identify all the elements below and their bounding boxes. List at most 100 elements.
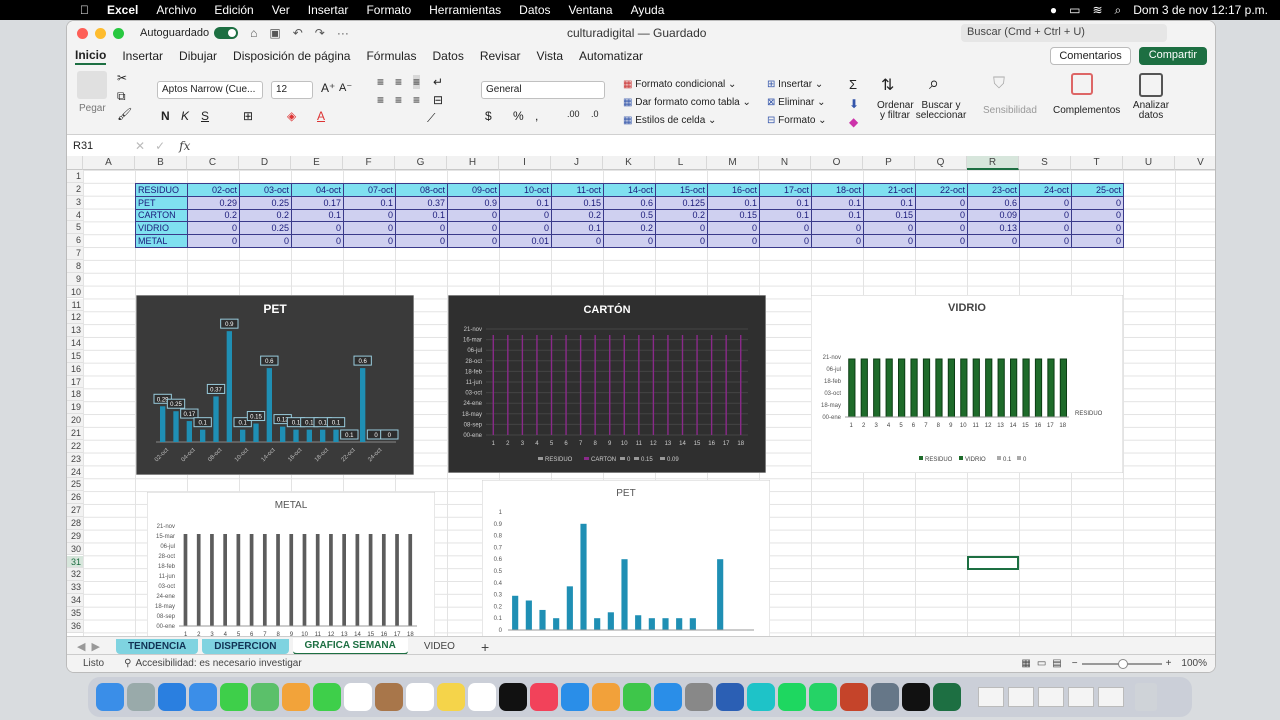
row-header-15[interactable]: 15 xyxy=(67,349,83,363)
table-cell[interactable]: 0 xyxy=(551,234,604,249)
align-bottom-icon[interactable]: ≡ xyxy=(413,75,421,89)
table-cell[interactable]: 0.09 xyxy=(967,208,1020,223)
table-format-button[interactable]: ▦ Dar formato como tabla ⌄ xyxy=(623,97,751,108)
table-cell[interactable]: 0 xyxy=(1071,234,1124,249)
row-header-23[interactable]: 23 xyxy=(67,452,83,466)
table-cell[interactable]: 0 xyxy=(1019,195,1072,210)
borders-icon[interactable]: ⊞ xyxy=(243,109,253,123)
mail-icon[interactable] xyxy=(189,683,217,711)
table-cell[interactable]: 0.25 xyxy=(239,221,292,236)
table-cell[interactable]: 0 xyxy=(343,234,396,249)
table-cell[interactable]: 0 xyxy=(291,221,344,236)
confirm-icon[interactable]: ✓ xyxy=(155,139,165,153)
recent-document-thumbnail[interactable] xyxy=(1068,687,1094,707)
menu-edicion[interactable]: Edición xyxy=(214,3,253,17)
table-cell[interactable]: 10-oct xyxy=(499,182,552,197)
table-cell[interactable]: 0 xyxy=(447,221,500,236)
table-cell[interactable]: 0 xyxy=(447,234,500,249)
zoom-slider-thumb[interactable] xyxy=(1117,658,1128,669)
table-cell[interactable]: 0.6 xyxy=(967,195,1020,210)
row-label-cell[interactable]: VIDRIO xyxy=(135,221,188,236)
chart-carton-dark[interactable]: CARTÓN 21-nov 16-mar 06-jul 28-oct 18-feb 11-j… xyxy=(448,295,766,473)
apple-icon[interactable]:  xyxy=(80,3,89,17)
messages-icon[interactable] xyxy=(220,683,248,711)
tab-vista[interactable]: Vista xyxy=(537,49,563,63)
table-cell[interactable]: 08-oct xyxy=(395,182,448,197)
orientation-icon[interactable]: ⟋ xyxy=(427,111,435,126)
underline-button[interactable]: S xyxy=(201,109,209,123)
align-left-icon[interactable]: ≡ xyxy=(377,93,384,107)
table-cell[interactable]: 03-oct xyxy=(239,182,292,197)
autosum-icon[interactable]: Σ xyxy=(849,77,857,92)
table-cell[interactable]: 0 xyxy=(1019,221,1072,236)
table-cell[interactable]: 0 xyxy=(239,234,292,249)
bold-button[interactable]: N xyxy=(161,109,170,123)
table-cell[interactable]: 0.2 xyxy=(603,221,656,236)
font-size-select[interactable]: 12 xyxy=(271,81,313,99)
row-header-7[interactable]: 7 xyxy=(67,247,83,260)
table-cell[interactable]: 0.17 xyxy=(291,195,344,210)
autosave-toggle[interactable] xyxy=(214,27,239,39)
table-cell[interactable]: 15-oct xyxy=(655,182,708,197)
table-cell[interactable]: 22-oct xyxy=(915,182,968,197)
table-cell[interactable]: 0.1 xyxy=(863,195,916,210)
table-cell[interactable]: 0.29 xyxy=(187,195,240,210)
column-header-g[interactable]: G xyxy=(395,156,447,170)
menu-formato[interactable]: Formato xyxy=(366,3,411,17)
row-header-28[interactable]: 28 xyxy=(67,516,83,530)
tab-tendencia[interactable]: TENDENCIA xyxy=(115,639,199,654)
safari-icon[interactable] xyxy=(158,683,186,711)
tab-datos[interactable]: Datos xyxy=(432,49,463,63)
row-header-17[interactable]: 17 xyxy=(67,375,83,389)
accessibility-status[interactable]: Accesibilidad: es necesario investigar xyxy=(135,658,301,669)
home-icon[interactable]: ⌂ xyxy=(250,26,257,40)
table-cell[interactable]: 11-oct xyxy=(551,182,604,197)
table-cell[interactable]: 0 xyxy=(811,221,864,236)
notes-icon[interactable] xyxy=(437,683,465,711)
table-cell[interactable]: 0.15 xyxy=(707,208,760,223)
table-cell[interactable]: 0 xyxy=(707,221,760,236)
column-header-u[interactable]: U xyxy=(1123,156,1175,170)
fill-icon[interactable]: ⬇ xyxy=(849,97,859,111)
table-cell[interactable]: 0.25 xyxy=(239,195,292,210)
table-cell[interactable]: 0.125 xyxy=(655,195,708,210)
music-icon[interactable] xyxy=(530,683,558,711)
menu-archivo[interactable]: Archivo xyxy=(156,3,196,17)
table-cell[interactable]: 0.1 xyxy=(343,195,396,210)
fill-color-icon[interactable]: ◈ xyxy=(287,109,296,123)
table-cell[interactable]: 09-oct xyxy=(447,182,500,197)
row-header-5[interactable]: 5 xyxy=(67,221,83,235)
paste-icon[interactable] xyxy=(77,71,107,99)
row-header-2[interactable]: 2 xyxy=(67,182,83,196)
row-label-cell[interactable]: RESIDUO xyxy=(135,182,188,197)
table-cell[interactable]: 0.1 xyxy=(551,221,604,236)
tab-formulas[interactable]: Fórmulas xyxy=(366,49,416,63)
table-cell[interactable]: 0.15 xyxy=(863,208,916,223)
tab-inicio[interactable]: Inicio xyxy=(75,48,107,65)
row-header-31[interactable]: 31 xyxy=(67,555,83,569)
addins-button[interactable]: Complementos xyxy=(1053,105,1120,116)
menu-herramientas[interactable]: Herramientas xyxy=(429,3,501,17)
table-cell[interactable]: 0.5 xyxy=(603,208,656,223)
table-cell[interactable]: 0 xyxy=(759,234,812,249)
redo-icon[interactable]: ↷ xyxy=(315,26,325,40)
row-header-25[interactable]: 25 xyxy=(67,478,83,492)
table-cell[interactable]: 0 xyxy=(915,221,968,236)
excel-icon[interactable] xyxy=(933,683,961,711)
table-cell[interactable]: 0 xyxy=(1019,234,1072,249)
prev-sheet-icon[interactable]: ◀ xyxy=(77,640,85,653)
table-cell[interactable]: 0.01 xyxy=(499,234,552,249)
shrink-font-icon[interactable]: A⁻ xyxy=(339,81,352,94)
table-cell[interactable]: 0 xyxy=(187,221,240,236)
row-header-20[interactable]: 20 xyxy=(67,414,83,427)
percent-icon[interactable]: % xyxy=(513,109,524,123)
table-cell[interactable]: 16-oct xyxy=(707,182,760,197)
comma-icon[interactable]: , xyxy=(535,109,538,123)
cancel-icon[interactable]: ✕ xyxy=(135,139,145,153)
table-cell[interactable]: 0 xyxy=(499,208,552,223)
row-header-30[interactable]: 30 xyxy=(67,542,83,556)
table-cell[interactable]: 0.1 xyxy=(759,195,812,210)
document-title[interactable]: culturadigital — Guardado xyxy=(567,26,706,40)
row-header-35[interactable]: 35 xyxy=(67,606,83,620)
capcut-icon[interactable] xyxy=(902,683,930,711)
